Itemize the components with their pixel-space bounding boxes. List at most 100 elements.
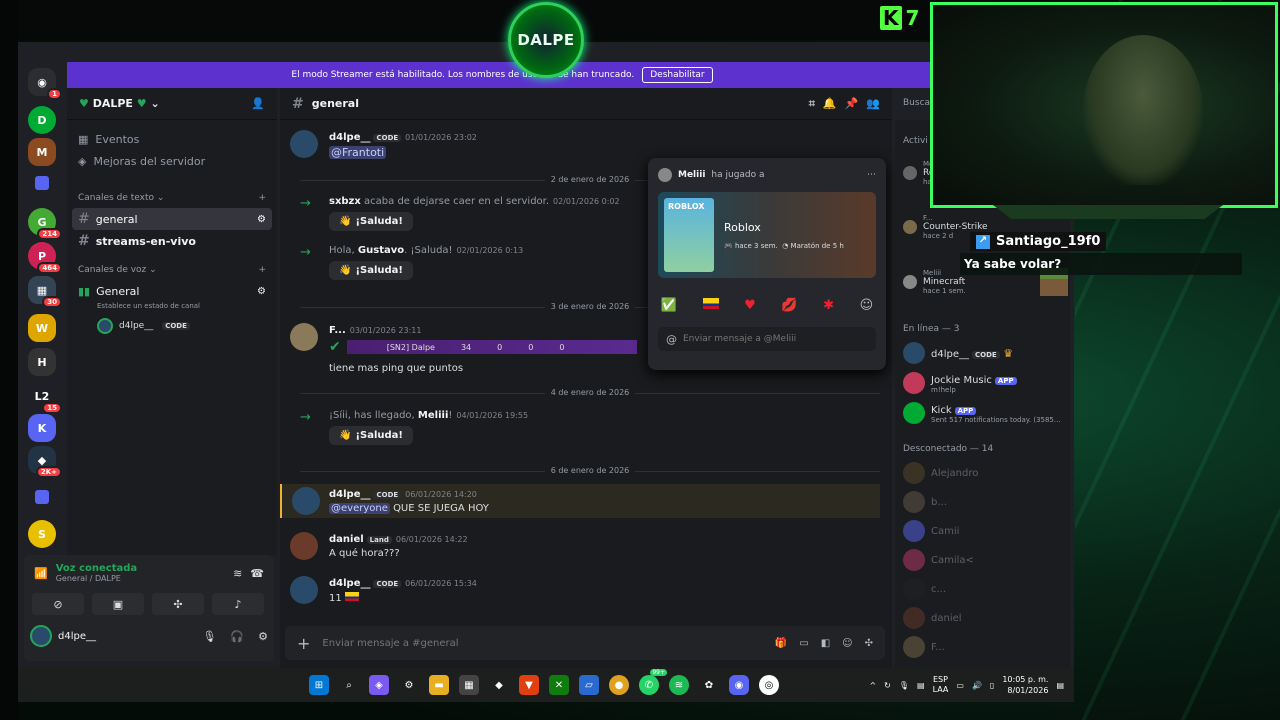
server-header[interactable]: ♥ DALPE ♥ ⌄ 👤 xyxy=(67,88,277,120)
siren-emoji-icon[interactable]: ✱ xyxy=(823,298,834,313)
wave-button[interactable]: 👋 ¡Saluda! xyxy=(329,426,413,445)
microphone-icon[interactable]: 🎙 xyxy=(899,681,909,690)
voice-channel-general[interactable]: ▮▮ General ⚙ xyxy=(72,280,272,302)
clock[interactable]: 10:05 p. m. 8/01/2026 xyxy=(1002,674,1048,696)
store-icon[interactable]: ▦ xyxy=(459,675,479,695)
member-item[interactable]: Camii xyxy=(903,520,1068,542)
server-icon[interactable]: S xyxy=(28,520,56,548)
start-icon[interactable]: ⊞ xyxy=(309,675,329,695)
server-icon[interactable]: G 214 xyxy=(28,208,62,240)
server-icon[interactable]: P 464 xyxy=(28,242,62,274)
soundboard-button[interactable]: ♪ xyxy=(212,593,264,615)
message-author[interactable]: d4lpe__ xyxy=(329,489,370,500)
bell-icon[interactable]: 🔔 xyxy=(823,97,837,110)
message[interactable]: d4lpe__ CODE 06/01/2026 15:34 11 xyxy=(280,576,880,604)
volume-icon[interactable]: 🔊 xyxy=(972,681,982,690)
popup-user[interactable]: Meliii xyxy=(678,170,705,180)
pin-icon[interactable]: 📌 xyxy=(845,97,859,110)
user-avatar[interactable] xyxy=(30,625,52,647)
member-item[interactable]: Kick APP Sent 517 notifications today. (35… xyxy=(903,402,1068,424)
chrome-icon[interactable]: ● xyxy=(609,675,629,695)
flag-emoji-icon[interactable] xyxy=(702,298,719,309)
add-attachment-icon[interactable]: + xyxy=(297,634,310,653)
channel-general[interactable]: # general ⚙ xyxy=(72,208,272,230)
voice-category[interactable]: Canales de voz ⌄ + xyxy=(67,260,277,280)
xbox-icon[interactable]: ✕ xyxy=(549,675,569,695)
boost-item[interactable]: ◈ Mejoras del servidor xyxy=(67,150,277,172)
spotify-icon[interactable]: ≋ xyxy=(669,675,689,695)
noise-icon[interactable]: ≋ xyxy=(233,567,242,580)
server-folder-icon[interactable]: ▦ 30 xyxy=(28,276,62,308)
activities-button[interactable]: ✣ xyxy=(152,593,204,615)
mention[interactable]: @Frantoti xyxy=(329,146,387,159)
member-item[interactable]: F... xyxy=(903,636,1068,658)
folder-icon[interactable] xyxy=(35,490,49,504)
message-author[interactable]: d4lpe__ xyxy=(329,132,370,143)
mention[interactable]: @everyone xyxy=(329,503,390,514)
text-category[interactable]: Canales de texto ⌄ + xyxy=(67,188,277,208)
whatsapp-icon[interactable]: ✆ 99+ xyxy=(639,669,667,695)
game-card[interactable]: ROBLOX Roblox 🎮 hace 3 sem. ◔ Maratón de… xyxy=(658,192,876,278)
member-item[interactable]: c... xyxy=(903,578,1068,600)
obs-icon[interactable]: ◎ xyxy=(759,675,779,695)
message-author[interactable]: F... xyxy=(329,325,346,336)
kiss-emoji-icon[interactable]: 💋 xyxy=(781,298,797,313)
more-icon[interactable]: ⋯ xyxy=(867,170,876,180)
member-item[interactable]: d4lpe__ CODE ♛ xyxy=(903,342,1068,364)
disable-streamer-button[interactable]: Deshabilitar xyxy=(642,67,713,83)
server-icon[interactable]: H xyxy=(28,348,56,376)
emoji-icon[interactable]: ☺ xyxy=(842,638,852,649)
battery-icon[interactable]: ▯ xyxy=(990,681,994,690)
member-item[interactable]: Camila< xyxy=(903,549,1068,571)
message-author[interactable]: d4lpe__ xyxy=(329,578,370,589)
notifications-icon[interactable]: ▤ xyxy=(1056,681,1064,690)
add-reaction-icon[interactable]: ☺ xyxy=(860,298,874,313)
voice-location[interactable]: General / DALPE xyxy=(56,574,137,583)
add-member-icon[interactable]: 👤 xyxy=(251,97,265,110)
chatgpt-icon[interactable]: ⚙ xyxy=(399,675,419,695)
user-settings-icon[interactable]: ⚙ xyxy=(258,630,268,643)
editor-icon[interactable]: ▱ xyxy=(579,675,599,695)
gift-icon[interactable]: 🎁 xyxy=(775,638,787,649)
app-icon[interactable]: ◆ xyxy=(489,675,509,695)
voice-status-hint[interactable]: Establece un estado de canal xyxy=(67,302,277,314)
wave-button[interactable]: 👋 ¡Saluda! xyxy=(329,212,413,231)
microphone-icon[interactable]: 🎙 xyxy=(202,630,216,643)
add-channel-icon[interactable]: + xyxy=(258,265,266,275)
settings-icon[interactable]: ⚙ xyxy=(257,286,266,297)
disconnect-icon[interactable]: ☎ xyxy=(250,567,264,580)
members-icon[interactable]: 👥 xyxy=(866,97,880,110)
heart-emoji-icon[interactable]: ♥ xyxy=(744,298,756,313)
popup-reply-input[interactable] xyxy=(683,334,868,344)
monitor-icon[interactable]: ▭ xyxy=(956,681,964,690)
message-highlighted[interactable]: d4lpe__ CODE 06/01/2026 14:20 @everyone QU… xyxy=(280,484,880,518)
headphones-icon[interactable]: 🎧 xyxy=(230,630,244,643)
username[interactable]: d4lpe__ xyxy=(58,631,96,642)
server-icon[interactable]: L2 15 xyxy=(28,382,62,414)
message[interactable]: daniel Land 06/01/2026 14:22 A qué hora??? xyxy=(280,532,880,560)
member-item[interactable]: Alejandro xyxy=(903,462,1068,484)
language-indicator[interactable]: ESP LAA xyxy=(933,675,949,695)
search-icon[interactable]: ⌕ xyxy=(339,675,359,695)
member-item[interactable]: b... xyxy=(903,491,1068,513)
copilot-icon[interactable]: ◈ xyxy=(369,675,389,695)
message-author[interactable]: sxbzx xyxy=(329,196,361,207)
voice-user[interactable]: d4lpe__ CODE xyxy=(67,314,277,338)
sticker-icon[interactable]: ◧ xyxy=(821,638,830,649)
message[interactable]: d4lpe__ CODE 01/01/2026 23:02 @Frantoti xyxy=(280,130,880,159)
events-item[interactable]: ▦ Eventos xyxy=(67,128,277,150)
discord-home-icon[interactable]: ◉ 1 xyxy=(28,68,62,100)
settings-icon[interactable]: ⚙ xyxy=(257,214,266,225)
message-author[interactable]: Meliii xyxy=(418,410,448,421)
add-channel-icon[interactable]: + xyxy=(258,193,266,203)
server-kick-icon[interactable]: K xyxy=(28,414,56,442)
camera-button[interactable]: ⊘ xyxy=(32,593,84,615)
member-item[interactable]: Jockie Music APP m!help xyxy=(903,372,1068,394)
sync-icon[interactable]: ↻ xyxy=(884,681,891,690)
channel-streams-en-vivo[interactable]: # streams-en-vivo xyxy=(72,230,272,252)
chevron-up-icon[interactable]: ^ xyxy=(869,681,876,690)
server-folder-icon[interactable]: ◆ 2K+ xyxy=(28,446,62,478)
folder-icon[interactable] xyxy=(35,176,49,190)
message-author[interactable]: Gustavo xyxy=(358,245,404,256)
discord-icon[interactable]: ◉ xyxy=(729,675,749,695)
